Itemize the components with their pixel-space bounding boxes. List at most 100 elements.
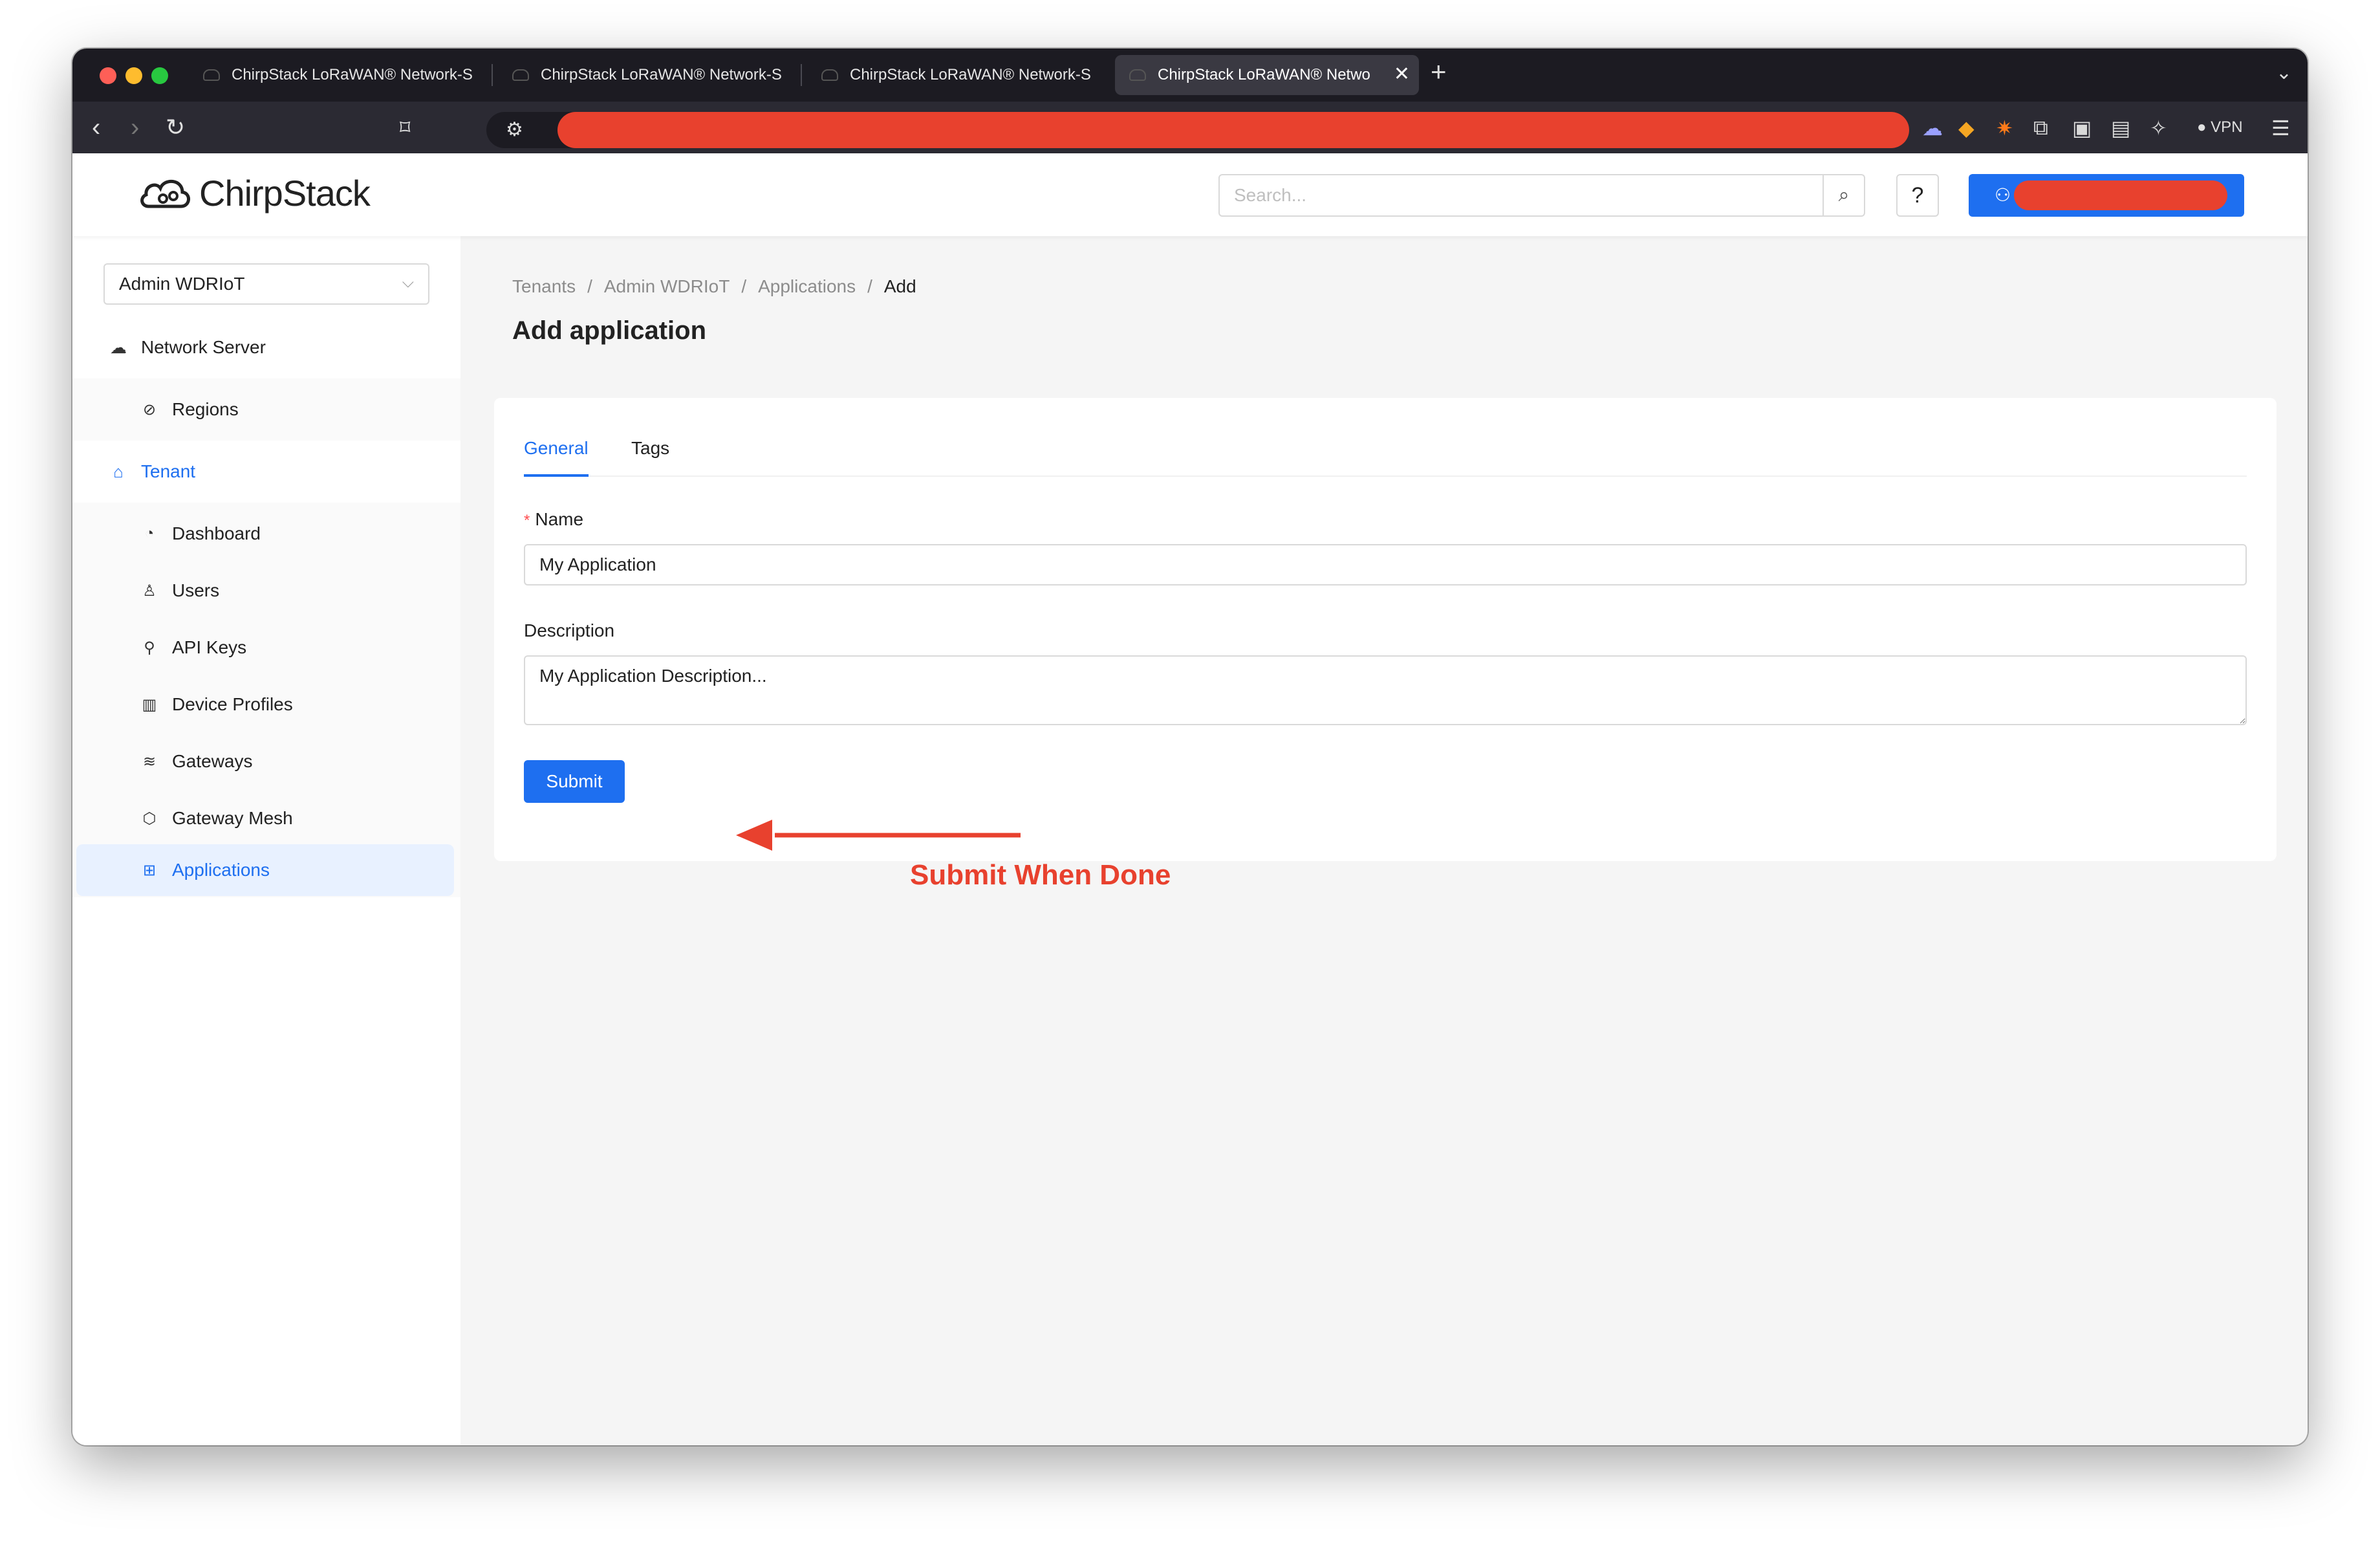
search-button[interactable]: ⌕ [1823, 175, 1864, 215]
sidebar-item-gateway-mesh[interactable]: ⬡ Gateway Mesh [72, 790, 460, 847]
home-icon: ⌂ [113, 461, 124, 481]
browser-tab-active[interactable]: ChirpStack LoRaWAN® Netwo ✕ [1115, 55, 1419, 95]
browser-tab-strip: ChirpStack LoRaWAN® Network-S ChirpStack… [72, 49, 2308, 102]
sidebar-item-label: Dashboard [172, 523, 261, 543]
menu-network-server-label: Network Server [141, 337, 266, 357]
breadcrumb-separator: / [587, 276, 592, 296]
tab-divider [492, 64, 493, 86]
sidebar: Admin WDRIoT ⌵ ☁ Network Server ⊘ Region… [72, 236, 460, 1445]
maximize-window-button[interactable] [151, 67, 168, 84]
help-button[interactable]: ? [1896, 174, 1939, 217]
name-input[interactable] [524, 544, 2247, 585]
chirpstack-cloud-icon [140, 179, 190, 208]
breadcrumb-separator: / [867, 276, 872, 296]
name-label: * Name [524, 509, 583, 530]
close-window-button[interactable] [100, 67, 116, 84]
redacted-username [2014, 180, 2227, 210]
sidebar-item-label: Device Profiles [172, 694, 293, 714]
app-header: ChirpStack ⌕ ? ⚇ [72, 153, 2308, 236]
sidebar-item-gateways[interactable]: ≋ Gateways [72, 733, 460, 790]
description-textarea[interactable]: My Application Description... [524, 655, 2247, 725]
bookmark-icon[interactable]: ⌑ [400, 112, 410, 143]
user-menu-button[interactable]: ⚇ [1969, 174, 2244, 217]
breadcrumb-current: Add [883, 276, 916, 296]
device-profiles-icon: ▥ [142, 695, 157, 714]
sidebar-item-label: Regions [172, 399, 239, 419]
sidebar-item-label: Gateway Mesh [172, 808, 293, 828]
browser-toolbar: ‹ › ↻ ⌑ ⚙ ☁ ◆ ✷ ⧉ ▣ ▤ ✧ ● VPN ☰ [72, 102, 2308, 153]
compass-icon: ⊘ [142, 400, 157, 419]
chirpstack-logo[interactable]: ChirpStack [137, 171, 371, 214]
page-title: Add application [512, 316, 706, 345]
tab-tags[interactable]: Tags [631, 429, 669, 477]
global-search: ⌕ [1218, 174, 1865, 217]
sidebar-item-label: API Keys [172, 637, 247, 657]
tab-list-chevron-icon[interactable]: ⌄ [2276, 61, 2292, 84]
key-icon: ⚲ [144, 639, 155, 657]
applications-icon: ⊞ [142, 861, 157, 879]
mesh-icon: ⬡ [142, 809, 157, 827]
logo-text: ChirpStack [199, 172, 371, 213]
address-bar[interactable]: ⚙ [486, 112, 1909, 148]
help-icon: ? [1911, 182, 1924, 208]
reload-button[interactable]: ↻ [166, 112, 185, 143]
vpn-button[interactable]: ● VPN [2197, 118, 2243, 137]
sparkle-extension-icon[interactable]: ✷ [1996, 116, 2013, 140]
annotation-arrow [736, 820, 1021, 851]
sidebar-item-users[interactable]: ♙ Users [72, 562, 460, 619]
chirpstack-favicon-icon [821, 69, 838, 81]
breadcrumb: Tenants / Admin WDRIoT / Applications / … [512, 276, 916, 297]
extension-icon[interactable]: ☁ [1922, 116, 1943, 140]
annotation-text: Submit When Done [910, 859, 1171, 891]
sidebar-item-api-keys[interactable]: ⚲ API Keys [72, 619, 460, 676]
new-tab-button[interactable]: + [1431, 56, 1447, 87]
tenant-select[interactable]: Admin WDRIoT ⌵ [103, 263, 429, 305]
chirpstack-favicon-icon [203, 69, 220, 81]
close-tab-icon[interactable]: ✕ [1394, 63, 1410, 85]
metamask-icon[interactable]: ◆ [1958, 116, 1974, 140]
search-input[interactable] [1220, 175, 1821, 215]
tab-general[interactable]: General [524, 429, 589, 477]
wifi-icon: ≋ [142, 752, 157, 770]
sidebar-item-dashboard[interactable]: ◔ Dashboard [72, 505, 460, 562]
back-button[interactable]: ‹ [92, 112, 100, 143]
sidebar-item-label: Gateways [172, 751, 253, 771]
description-label: Description [524, 620, 615, 640]
puzzle-extensions-icon[interactable]: ⧉ [2033, 116, 2048, 140]
sidebar-item-label: Users [172, 580, 220, 600]
tab-divider [801, 64, 802, 86]
breadcrumb-applications[interactable]: Applications [758, 276, 856, 297]
breadcrumb-tenants[interactable]: Tenants [512, 276, 576, 297]
site-settings-icon[interactable]: ⚙ [506, 118, 523, 141]
minimize-window-button[interactable] [125, 67, 142, 84]
menu-tenant[interactable]: ⌂ Tenant [72, 441, 460, 503]
dashboard-icon: ◔ [144, 525, 155, 542]
ai-assistant-icon[interactable]: ✧ [2150, 116, 2167, 140]
user-icon: ♙ [142, 582, 157, 600]
wallet-icon[interactable]: ▤ [2111, 116, 2130, 140]
menu-network-server[interactable]: ☁ Network Server [72, 316, 460, 378]
chevron-down-icon: ⌵ [402, 274, 414, 291]
tenant-select-value: Admin WDRIoT [119, 274, 245, 294]
required-asterisk: * [524, 512, 530, 529]
browser-tab[interactable]: ChirpStack LoRaWAN® Network-S [498, 55, 795, 95]
sidebar-item-device-profiles[interactable]: ▥ Device Profiles [72, 676, 460, 733]
chirpstack-favicon-icon [512, 69, 529, 81]
breadcrumb-tenant-name[interactable]: Admin WDRIoT [604, 276, 730, 297]
sidebar-item-regions[interactable]: ⊘ Regions [72, 378, 460, 441]
forward-button[interactable]: › [131, 112, 139, 143]
sidebar-item-applications[interactable]: ⊞ Applications [76, 844, 454, 896]
form-tabs: General Tags [524, 429, 2247, 477]
submit-button[interactable]: Submit [524, 760, 625, 803]
sidebar-toggle-icon[interactable]: ▣ [2072, 116, 2092, 140]
redacted-url [557, 112, 1909, 148]
sidebar-item-label: Applications [172, 860, 270, 880]
application-form-card: General Tags * Name Description My Applic… [494, 398, 2277, 861]
browser-tab[interactable]: ChirpStack LoRaWAN® Network-S [189, 55, 486, 95]
breadcrumb-separator: / [741, 276, 747, 296]
menu-hamburger-icon[interactable]: ☰ [2271, 116, 2290, 140]
menu-tenant-label: Tenant [141, 461, 196, 481]
search-icon: ⌕ [1838, 184, 1850, 206]
browser-tab[interactable]: ChirpStack LoRaWAN® Network-S [807, 55, 1105, 95]
vpn-label: VPN [2211, 118, 2243, 136]
